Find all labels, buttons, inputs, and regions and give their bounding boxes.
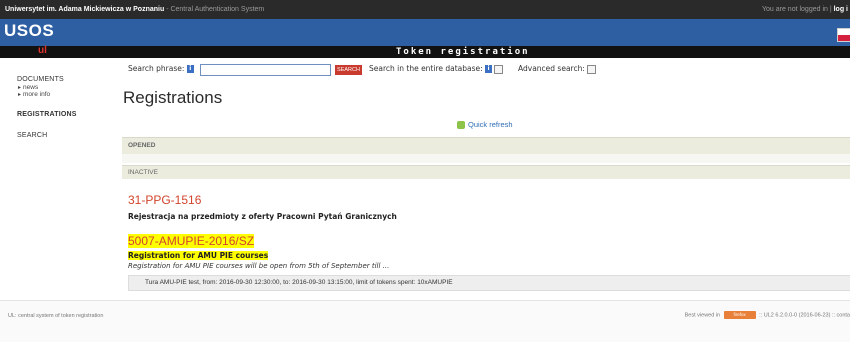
search-button[interactable]: SEARCH	[335, 65, 362, 75]
refresh-icon	[457, 121, 465, 130]
sidebar-item-registrations[interactable]: REGISTRATIONS	[17, 111, 77, 118]
app-short-name: ul	[38, 45, 47, 56]
sidebar: DOCUMENTS news more info REGISTRATIONS S…	[0, 58, 118, 298]
entire-db-checkbox[interactable]	[494, 64, 504, 74]
sidebar-item-search[interactable]: SEARCH	[17, 132, 47, 139]
footer: UL: central system of token registration…	[0, 300, 850, 342]
app-header: USOS	[0, 19, 850, 46]
footer-version: :: UL2 6.2.0.0-0 (2016-06-23)	[759, 312, 831, 319]
registration-description: Registration for AMU PIE courses will be…	[128, 262, 390, 270]
top-bar: Uniwersytet im. Adama Mickiewicza w Pozn…	[0, 0, 850, 19]
sidebar-item-more-info[interactable]: more info	[18, 91, 50, 98]
login-link[interactable]: log i	[834, 6, 848, 13]
search-phrase-label: Search phrase:	[128, 64, 185, 73]
footer-system-name: UL: central system of token registration	[8, 313, 104, 319]
info-icon[interactable]: i	[186, 65, 194, 73]
polish-flag-icon[interactable]	[837, 28, 850, 42]
opened-section-header: OPENED	[122, 137, 850, 154]
firefox-icon[interactable]: firefox	[723, 311, 756, 319]
opened-section-body	[122, 154, 850, 163]
info-icon[interactable]: i	[485, 65, 493, 73]
quick-refresh-link[interactable]: Quick refresh	[457, 120, 513, 130]
search-row: Search phrase: i	[128, 64, 194, 73]
sidebar-item-documents[interactable]: DOCUMENTS	[17, 76, 64, 83]
registration-title: Rejestracja na przedmioty z oferty Praco…	[128, 212, 397, 221]
registration-code-link[interactable]: 5007-AMUPIE-2016/SZ	[128, 234, 255, 248]
entire-db-label: Search in the entire database:	[369, 64, 483, 73]
quick-refresh-label: Quick refresh	[468, 120, 513, 129]
registration-round: Tura AMU-PIE test, from: 2016-09-30 12:3…	[128, 275, 850, 291]
advanced-search-label: Advanced search:	[518, 64, 585, 73]
footer-info: Best viewed in firefox :: UL2 6.2.0.0-0 …	[684, 311, 850, 319]
inactive-section-header: INACTIVE	[122, 165, 850, 179]
system-name: - Central Authentication System	[166, 6, 265, 13]
entire-db-option: Search in the entire database: i	[369, 64, 504, 74]
footer-contact-link[interactable]: :: conta	[832, 312, 850, 318]
advanced-search-checkbox[interactable]	[587, 64, 597, 74]
page-title: Registrations	[123, 88, 223, 107]
page-banner: Token registration	[396, 47, 530, 57]
university-name[interactable]: Uniwersytet im. Adama Mickiewicza w Pozn…	[5, 0, 264, 19]
search-input[interactable]	[200, 64, 331, 76]
title-strip: ul Token registration	[0, 45, 850, 58]
advanced-search-option: Advanced search:	[518, 64, 597, 74]
login-status: You are not logged in | log i	[761, 6, 848, 13]
sidebar-item-news[interactable]: news	[18, 84, 38, 91]
registration-code-link[interactable]: 31-PPG-1516	[128, 193, 201, 207]
usos-logo[interactable]: USOS	[4, 21, 54, 41]
registration-title: Registration for AMU PIE courses	[128, 251, 269, 260]
